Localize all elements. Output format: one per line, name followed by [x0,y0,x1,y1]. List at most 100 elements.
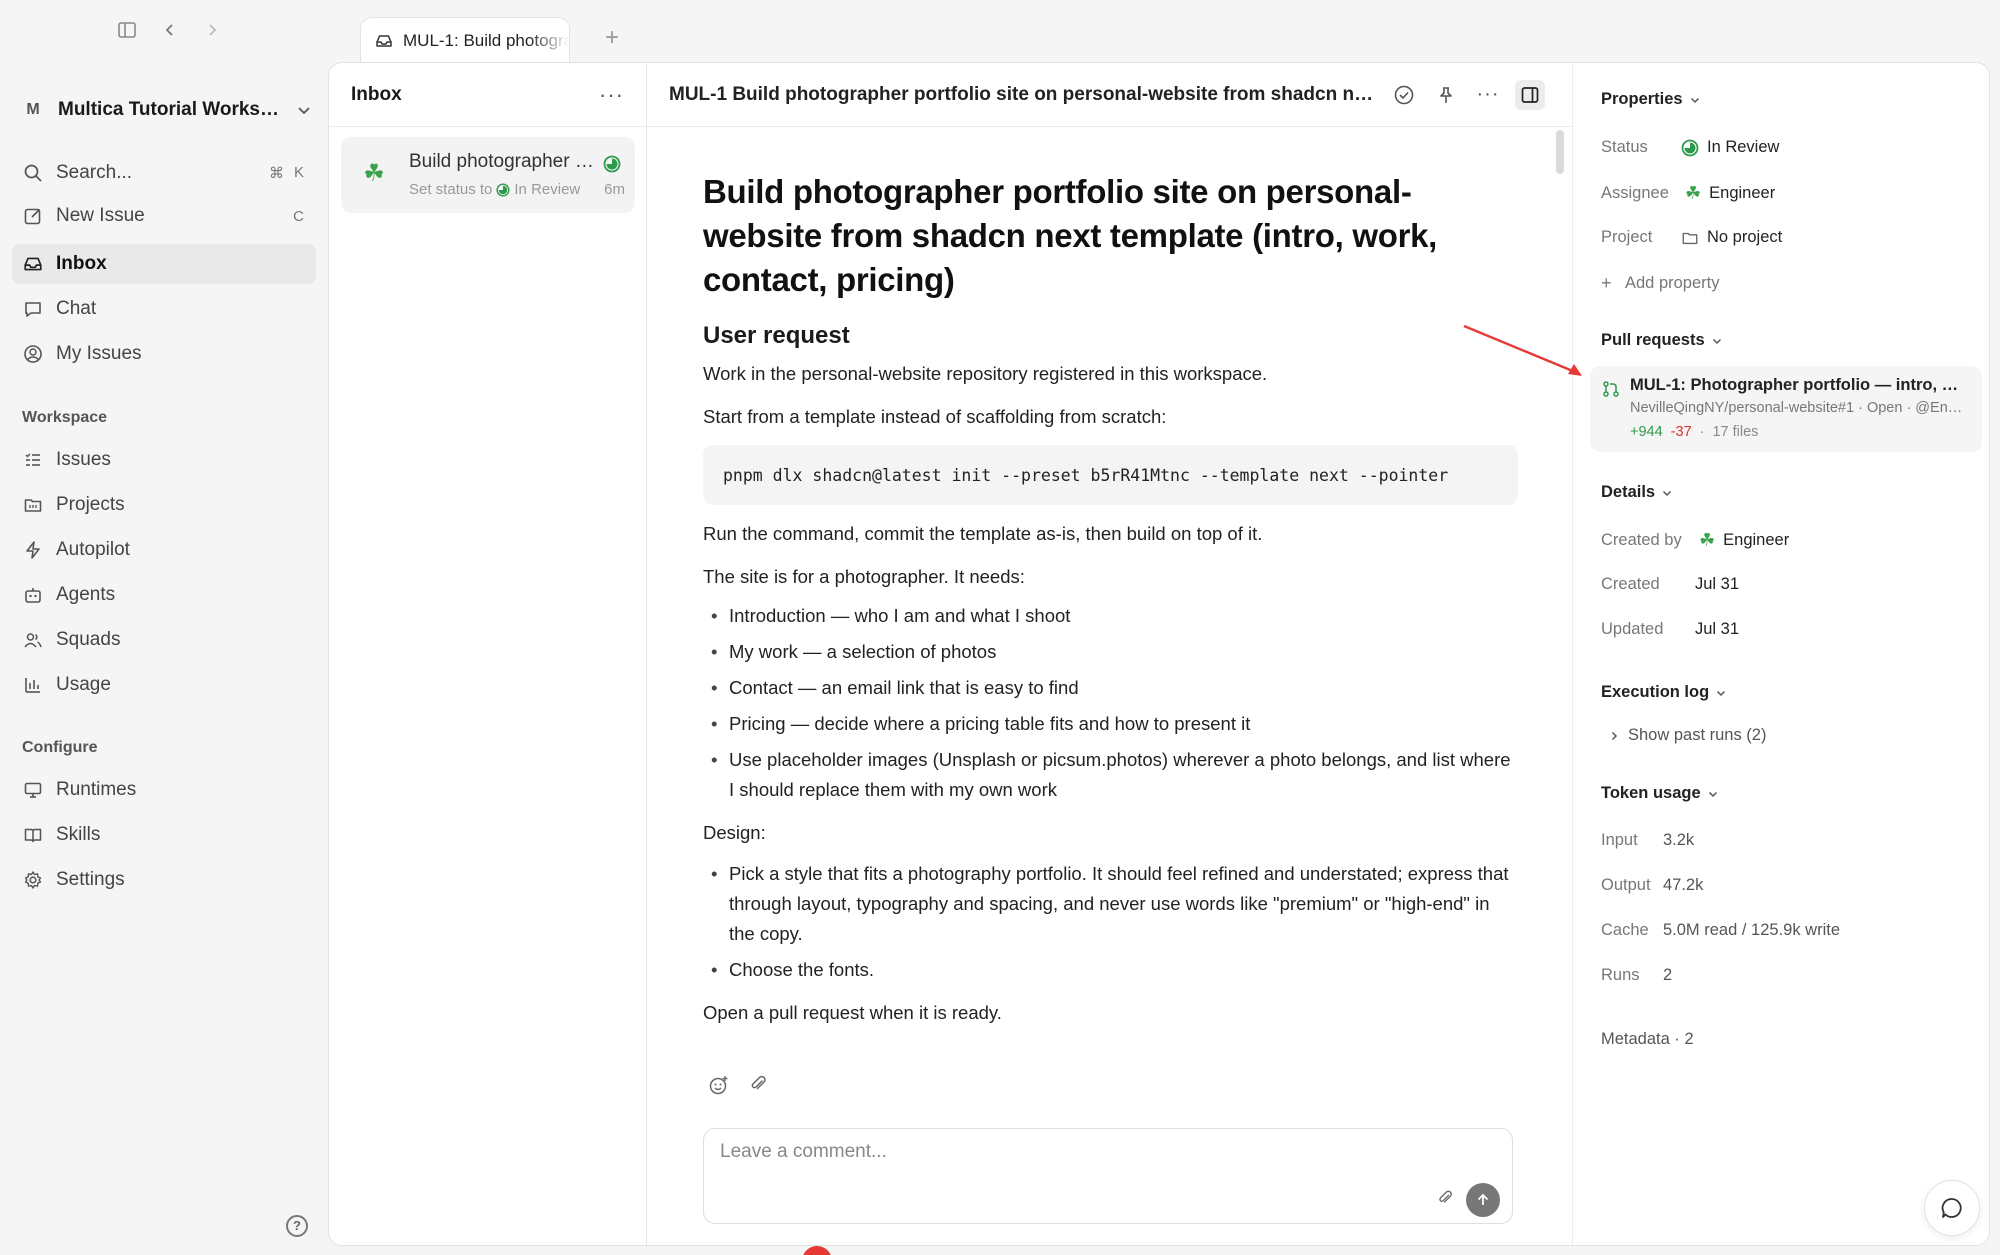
attachment-icon[interactable] [748,1074,768,1096]
more-options-icon[interactable]: ··· [1473,80,1503,110]
pull-request-subtitle: NevilleQingNY/personal-website#1 · Open … [1630,400,1970,416]
status-value: In Review [1681,138,1779,157]
execution-log-heading[interactable]: Execution log [1601,683,1727,702]
workspace-name: Multica Tutorial Workspace [58,99,282,120]
metadata-toggle[interactable]: Metadata · 2 [1601,1030,1694,1049]
assignee-row[interactable]: Assignee ☘ Engineer [1601,183,1775,204]
created-row: Created Jul 31 [1601,575,1740,593]
list-icon [22,449,44,471]
more-options-icon[interactable]: ··· [599,82,624,108]
inbox-header: Inbox ··· [329,63,646,127]
workspace-switcher[interactable]: M Multica Tutorial Workspace [22,88,312,132]
sidebar-item-projects[interactable]: Projects [12,485,316,525]
sidebar-item-chat[interactable]: Chat [12,289,316,329]
sidebar-toggle-icon[interactable] [115,18,139,42]
list-item: Choose the fonts. [703,955,1518,985]
pull-requests-heading[interactable]: Pull requests [1601,331,1723,350]
sidebar-item-settings[interactable]: Settings [12,860,316,900]
token-runs-row: Runs 2 [1601,966,1673,984]
sidebar-item-skills[interactable]: Skills [12,815,316,855]
sidebar-item-squads[interactable]: Squads [12,620,316,660]
inbox-list: Inbox ··· ☘ Build photographer portfolio… [329,63,647,1245]
search-button[interactable]: Search... ⌘ K [12,153,316,193]
sidebar-item-usage[interactable]: Usage [12,665,316,705]
window-top-bar: MUL-1: Build photographer portfolio + [0,0,2000,63]
new-issue-label: New Issue [56,205,145,226]
search-shortcut: ⌘ K [268,164,304,182]
chevron-down-icon [1715,687,1727,699]
pin-icon[interactable] [1431,80,1461,110]
forward-arrow-icon[interactable] [200,18,224,42]
project-label: Project [1601,228,1653,246]
inbox-icon [22,253,44,275]
section-label-configure: Configure [22,739,98,756]
send-button[interactable] [1466,1183,1500,1217]
scrollbar[interactable] [1556,130,1564,174]
gear-icon [22,869,44,891]
chevron-down-icon [1689,94,1701,106]
properties-heading[interactable]: Properties [1601,90,1701,109]
paragraph: Work in the personal-website repository … [703,363,1268,384]
panel-toggle-icon[interactable] [1515,79,1545,110]
sidebar-item-runtimes[interactable]: Runtimes [12,770,316,810]
chevron-down-icon [1711,335,1723,347]
inbox-icon [375,32,393,50]
chevron-down-icon [1707,788,1719,800]
list-item: Introduction — who I am and what I shoot [703,601,1518,631]
sidebar: M Multica Tutorial Workspace Search... ⌘… [0,60,328,1255]
add-property-button[interactable]: + Add property [1601,273,1719,294]
section-heading: User request [703,322,850,349]
chat-icon [22,298,44,320]
project-row[interactable]: Project No project [1601,228,1782,247]
book-icon [22,824,44,846]
new-issue-shortcut: C [293,207,304,225]
updated-row: Updated Jul 31 [1601,620,1740,638]
inbox-item[interactable]: ☘ Build photographer portfolio site Set … [341,137,635,213]
back-arrow-icon[interactable] [158,18,182,42]
show-past-runs-button[interactable]: Show past runs (2) [1608,726,1766,745]
assignee-label: Assignee [1601,184,1669,202]
tab-issue[interactable]: MUL-1: Build photographer portfolio [360,17,570,63]
design-list: Pick a style that fits a photography por… [703,859,1518,985]
sidebar-item-agents[interactable]: Agents [12,575,316,615]
git-pull-request-icon [1602,380,1620,398]
clover-avatar-icon: ☘ [1699,530,1716,550]
issue-title[interactable]: Build photographer portfolio site on per… [703,170,1518,302]
new-tab-button[interactable]: + [600,26,624,50]
chat-bubble-icon [1939,1195,1965,1221]
chat-fab-button[interactable] [1924,1180,1980,1236]
token-output-row: Output 47.2k [1601,876,1704,894]
code-block: pnpm dlx shadcn@latest init --preset b5r… [703,445,1518,505]
paragraph: The site is for a photographer. It needs… [703,566,1025,587]
chevron-down-icon [1661,487,1673,499]
status-row[interactable]: Status In Review [1601,138,1779,157]
new-issue-button[interactable]: New Issue C [12,196,316,236]
workspace-avatar: M [26,101,40,118]
token-cache-row: Cache 5.0M read / 125.9k write [1601,921,1841,939]
project-value: No project [1681,228,1782,247]
list-item: Pricing — decide where a pricing table f… [703,709,1518,739]
in-review-status-icon [1681,139,1699,157]
comment-input[interactable] [720,1141,1420,1163]
issue-body-actions [708,1074,768,1096]
clover-avatar-icon: ☘ [1685,183,1702,203]
sidebar-item-inbox[interactable]: Inbox [12,244,316,284]
token-usage-heading[interactable]: Token usage [1601,784,1719,803]
clover-avatar-icon: ☘ [363,160,385,187]
recording-indicator [802,1246,832,1255]
paragraph: Start from a template instead of scaffol… [703,406,1167,427]
help-icon[interactable]: ? [286,1215,308,1237]
emoji-reaction-icon[interactable] [708,1074,730,1096]
list-item: Use placeholder images (Unsplash or pics… [703,745,1518,805]
details-heading[interactable]: Details [1601,483,1673,502]
sidebar-item-my-issues[interactable]: My Issues [12,334,316,374]
attachment-icon[interactable] [1436,1189,1454,1207]
sidebar-item-issues[interactable]: Issues [12,440,316,480]
edit-icon [22,205,44,227]
chevron-down-icon [296,102,312,118]
annotation-arrow-icon [1460,322,1590,382]
check-circle-icon[interactable] [1389,80,1419,110]
pull-request-card[interactable]: MUL-1: Photographer portfolio — intro, w… [1590,366,1982,452]
sidebar-item-autopilot[interactable]: Autopilot [12,530,316,570]
plus-icon: + [1601,273,1612,293]
